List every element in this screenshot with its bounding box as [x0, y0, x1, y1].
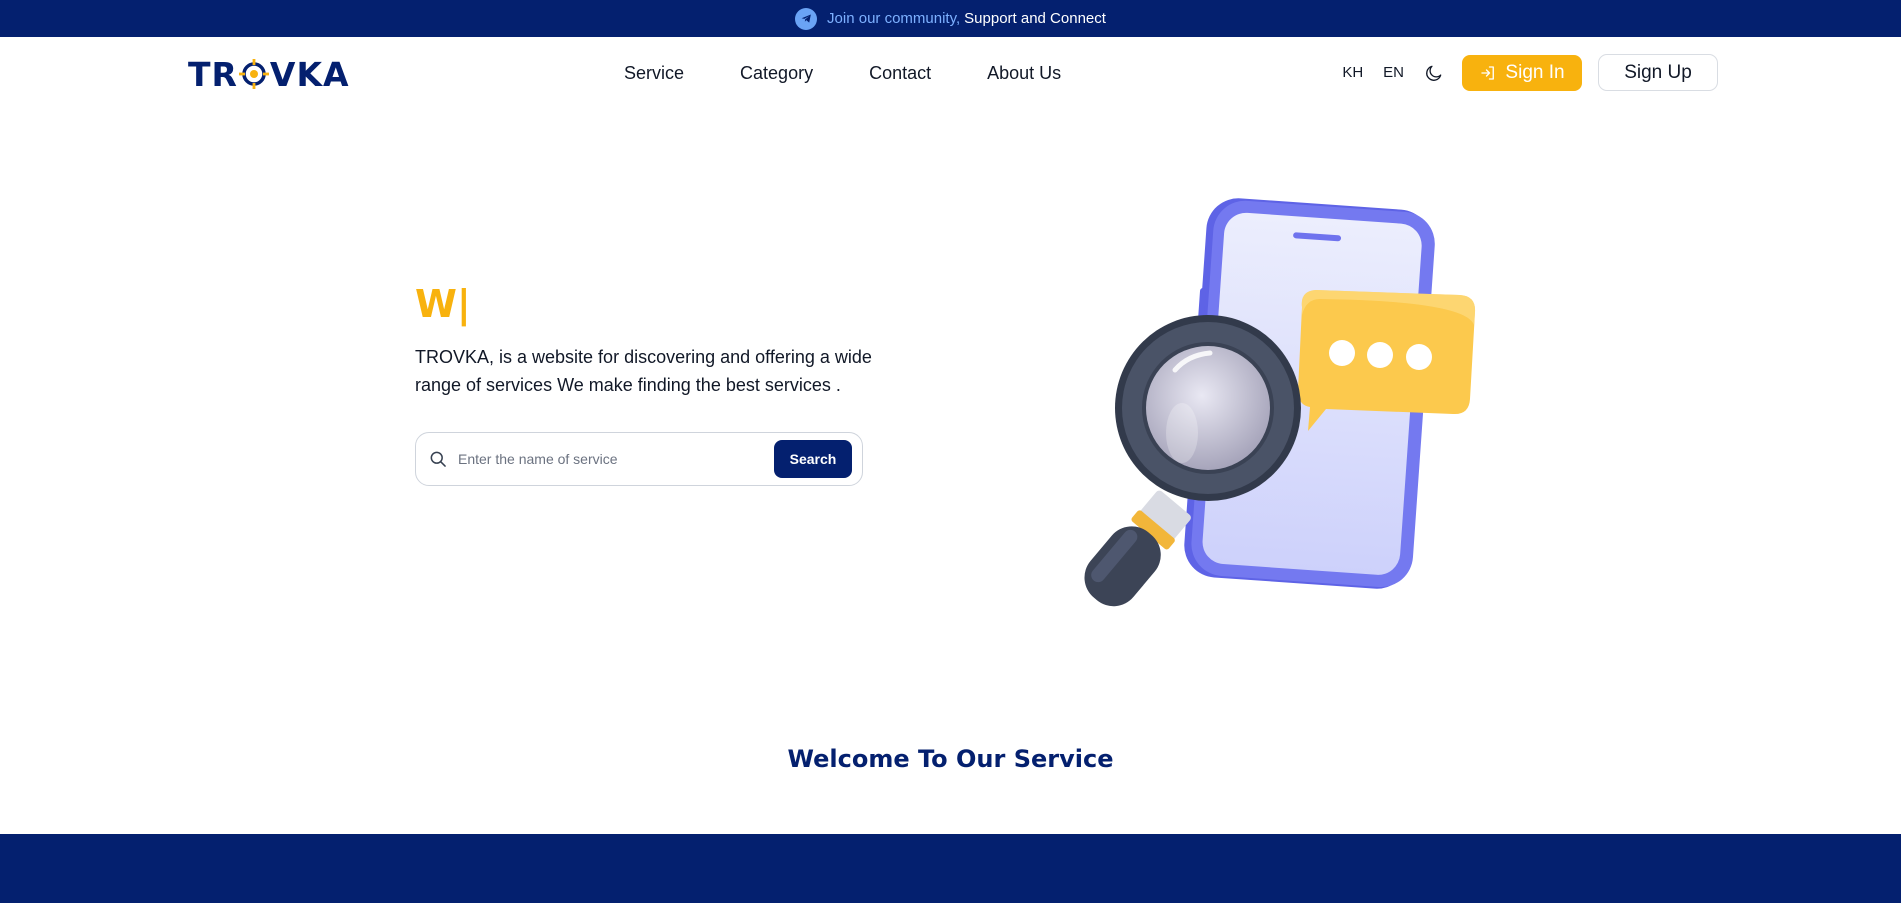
sign-in-label: Sign In	[1505, 61, 1565, 83]
target-icon	[238, 59, 269, 89]
search-icon	[430, 451, 446, 467]
announcement-text: Support and Connect	[964, 10, 1106, 27]
logo-text-left: TR	[188, 54, 238, 94]
nav-item-service[interactable]: Service	[624, 63, 684, 84]
main-nav: Service Category Contact About Us	[624, 63, 1061, 84]
sign-up-button[interactable]: Sign Up	[1598, 54, 1718, 91]
site-header: TR VKA Service Category Contact About Us…	[0, 37, 1901, 110]
search-button[interactable]: Search	[774, 440, 852, 478]
hero-description: TROVKA, is a website for discovering and…	[415, 347, 872, 395]
lang-en-button[interactable]: EN	[1383, 64, 1404, 81]
trovka-logo[interactable]: TR VKA	[188, 54, 350, 94]
lang-kh-button[interactable]: KH	[1342, 64, 1363, 81]
join-community-link[interactable]: Join our community,	[827, 10, 960, 27]
moon-icon[interactable]	[1424, 63, 1444, 83]
search-illustration	[1084, 198, 1476, 607]
logo-text-right: VKA	[269, 54, 350, 94]
telegram-icon[interactable]	[795, 7, 818, 30]
search-input[interactable]	[458, 451, 774, 467]
nav-item-category[interactable]: Category	[740, 63, 813, 84]
nav-item-about-us[interactable]: About Us	[987, 63, 1061, 84]
hero-title: W|	[415, 282, 471, 326]
sign-in-button[interactable]: Sign In	[1462, 54, 1582, 91]
welcome-heading: Welcome To Our Service	[787, 745, 1114, 773]
services-section-band	[0, 834, 1901, 903]
nav-item-contact[interactable]: Contact	[869, 63, 931, 84]
sign-in-icon	[1481, 65, 1495, 80]
announcement-bar: Join our community, Support and Connect	[0, 0, 1901, 37]
service-search-bar: Search	[415, 432, 863, 486]
header-tools: KH EN Sign In Sign Up	[1342, 54, 1718, 91]
